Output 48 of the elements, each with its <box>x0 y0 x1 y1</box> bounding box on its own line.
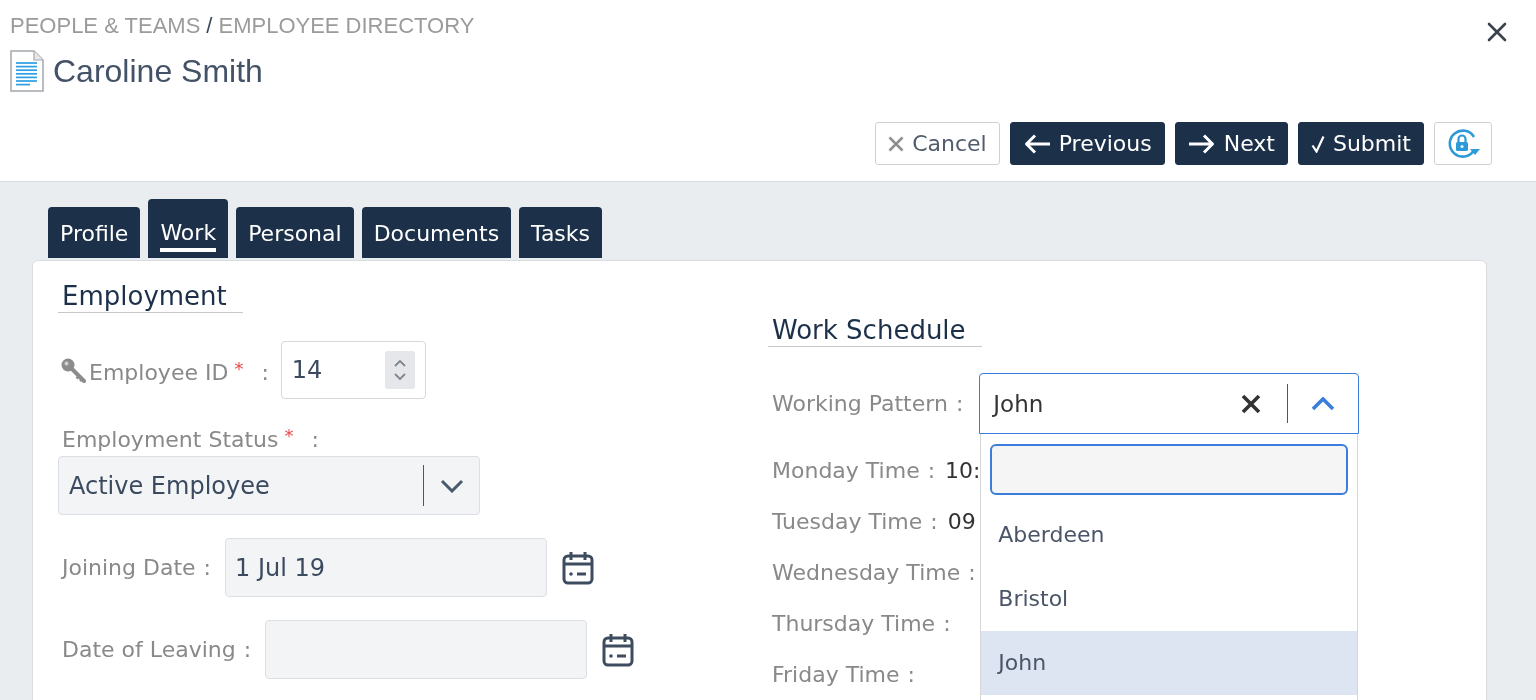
field-label: Tuesday Time : <box>772 508 938 535</box>
spinner-control[interactable] <box>384 351 415 389</box>
close-icon[interactable] <box>1487 22 1507 42</box>
calendar-icon[interactable] <box>562 550 595 585</box>
working-pattern-select[interactable]: John <box>979 373 1360 434</box>
submit-button[interactable]: Submit <box>1297 122 1424 165</box>
tab[interactable]: Work <box>148 199 229 258</box>
x-icon <box>888 135 905 152</box>
dropdown-option[interactable]: Bristol <box>981 567 1358 631</box>
time-value: 09 <box>947 508 976 535</box>
calendar-icon[interactable] <box>602 632 635 667</box>
field-label: Working Pattern : <box>772 390 964 417</box>
field-label: Monday Time : <box>772 457 936 484</box>
document-icon <box>10 50 44 92</box>
field-label: Friday Time : <box>772 661 915 688</box>
field-label: Joining Date : <box>62 554 212 581</box>
page-title: Caroline Smith <box>53 52 263 91</box>
tab[interactable]: Personal <box>236 207 354 258</box>
field-label: Wednesday Time : <box>772 559 976 586</box>
time-value: 10: <box>945 457 981 484</box>
chevron-down-icon <box>440 478 464 493</box>
next-button[interactable]: Next <box>1174 122 1288 165</box>
search-field[interactable] <box>990 444 1349 495</box>
arrow-left-icon <box>1022 132 1051 155</box>
clear-icon[interactable] <box>1241 393 1262 414</box>
dropdown-option[interactable]: Aberdeen <box>981 503 1358 567</box>
field-label: Thursday Time : <box>772 610 951 637</box>
key-icon <box>60 357 86 383</box>
number-input[interactable]: 14 <box>280 341 426 399</box>
tab[interactable]: Documents <box>361 207 512 258</box>
section-heading: Work Schedule <box>768 315 982 347</box>
chevron-up-icon <box>1311 396 1336 411</box>
date-input[interactable] <box>265 620 588 679</box>
dropdown-option[interactable]: John <box>981 631 1358 695</box>
date-input[interactable]: 1 Jul 19 <box>225 538 548 597</box>
arrow-right-icon <box>1187 132 1216 155</box>
field-label: Date of Leaving : <box>62 636 252 663</box>
field-label: Employee ID $^{*}$ : <box>89 356 269 386</box>
lock-button[interactable] <box>1434 122 1492 165</box>
breadcrumb-separator: / <box>206 12 213 40</box>
tab[interactable]: Profile <box>48 207 141 258</box>
status-select[interactable]: Active Employee <box>58 456 480 515</box>
cancel-button[interactable]: Cancel <box>875 122 1000 165</box>
check-icon <box>1310 134 1325 153</box>
tab[interactable]: Tasks <box>519 207 603 258</box>
section-heading: Employment <box>58 281 243 313</box>
previous-button[interactable]: Previous <box>1009 122 1165 165</box>
field-label: Employment Status $^{*}$ : <box>62 424 319 453</box>
